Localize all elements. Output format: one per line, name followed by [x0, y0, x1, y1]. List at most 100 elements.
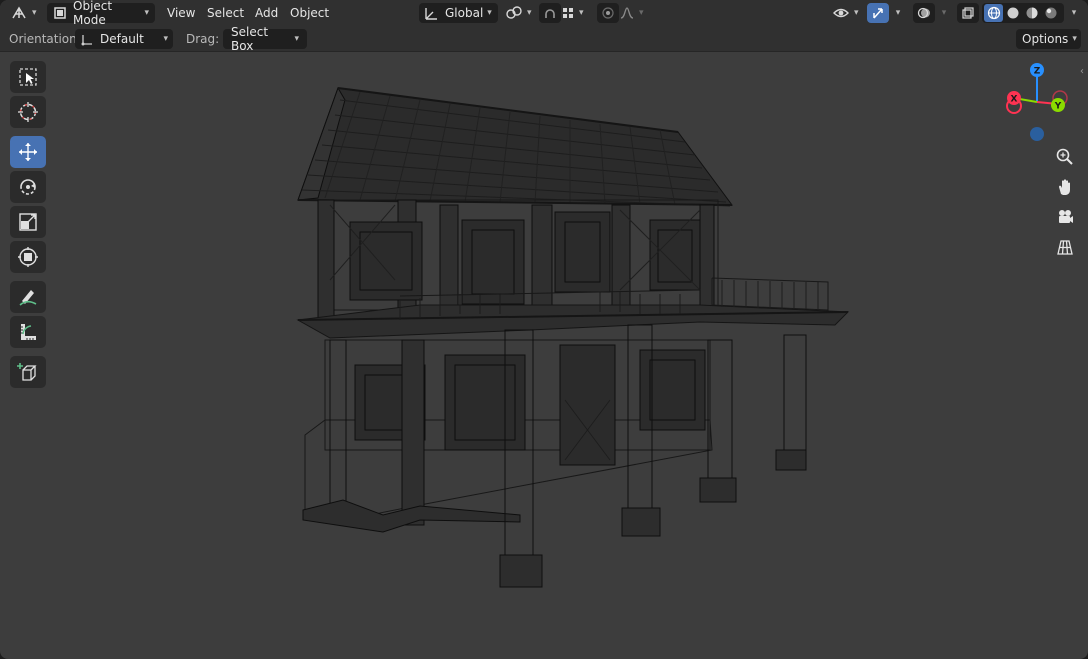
- annotate-pencil-icon: [17, 286, 39, 308]
- cursor-icon: [17, 101, 39, 123]
- tool-cursor[interactable]: [10, 96, 46, 128]
- tool-select-box[interactable]: [10, 61, 46, 93]
- orientation-dropdown[interactable]: Default ▾: [75, 29, 173, 49]
- mode-label: Object Mode: [73, 0, 113, 27]
- chevron-down-icon: ▾: [487, 8, 492, 18]
- tool-move[interactable]: [10, 136, 46, 168]
- transform-icon: [17, 246, 39, 268]
- snap-toggle[interactable]: [539, 3, 561, 23]
- chevron-down-icon: ▾: [579, 8, 584, 18]
- tool-annotate[interactable]: [10, 281, 46, 313]
- pivot-point-icon: [505, 5, 523, 21]
- orientation-label: Global: [445, 6, 484, 20]
- falloff-button[interactable]: ▾: [619, 3, 649, 23]
- select-box-icon: [17, 66, 39, 88]
- shading-mode-group: [982, 3, 1064, 23]
- menu-view[interactable]: View: [161, 3, 201, 23]
- chevron-down-icon: ▾: [527, 8, 532, 18]
- chevron-down-icon: ▾: [639, 8, 644, 18]
- chevron-down-icon: ▾: [163, 34, 168, 44]
- rotate-icon: [17, 176, 39, 198]
- pan-button[interactable]: [1052, 174, 1078, 200]
- drag-dropdown[interactable]: Select Box ▾: [223, 25, 307, 53]
- viewport-editor-icon: [10, 5, 28, 21]
- overlay-icon: [917, 6, 931, 20]
- camera-view-icon: [1055, 207, 1075, 227]
- chevron-down-icon: ▾: [1071, 8, 1077, 18]
- pan-hand-icon: [1055, 177, 1075, 197]
- options-dropdown[interactable]: Options ▾: [1016, 29, 1081, 49]
- chevron-down-icon: ▾: [144, 8, 149, 18]
- shading-rendered-button[interactable]: [1041, 4, 1060, 22]
- solid-shading-icon: [1007, 7, 1018, 19]
- tool-transform[interactable]: [10, 241, 46, 273]
- object-mode-icon: [53, 6, 67, 20]
- material-preview-icon: [1026, 7, 1037, 19]
- orientation-axes-icon: [80, 32, 94, 46]
- chevron-down-icon: ▾: [294, 34, 299, 44]
- gizmo-toggle-icon: [871, 6, 885, 20]
- transform-orientation-icon: [423, 5, 439, 21]
- navigation-gizmo[interactable]: Y X Z: [998, 58, 1078, 146]
- tool-rotate[interactable]: [10, 171, 46, 203]
- wireframe-icon: [987, 6, 1000, 20]
- gizmo-neg-z[interactable]: [1030, 127, 1044, 141]
- falloff-curve-icon: [619, 6, 635, 20]
- chevron-down-icon: ▾: [854, 8, 859, 18]
- drag-field-label: Drag:: [186, 32, 220, 46]
- viewport-canvas[interactable]: [0, 52, 1088, 659]
- gizmo-options-dropdown[interactable]: ▾: [889, 3, 907, 23]
- orthographic-toggle-button[interactable]: [1052, 234, 1078, 260]
- mode-selector[interactable]: Object Mode ▾: [47, 0, 155, 27]
- snap-magnet-icon: [543, 6, 557, 20]
- shading-options-dropdown[interactable]: ▾: [1066, 3, 1082, 23]
- camera-view-button[interactable]: [1052, 204, 1078, 230]
- transform-orientation-selector[interactable]: Global ▾: [419, 3, 498, 23]
- scale-icon: [17, 211, 39, 233]
- viewport-header: ▾ Object Mode ▾ View Select Add Object G…: [0, 0, 1088, 27]
- chevron-down-icon: ▾: [895, 8, 901, 18]
- pivot-point-button[interactable]: ▾: [505, 3, 535, 23]
- chevron-down-icon: ▾: [1072, 34, 1077, 44]
- shading-wireframe-button[interactable]: [984, 4, 1003, 22]
- proportional-editing-toggle[interactable]: [597, 3, 619, 23]
- tool-measure[interactable]: [10, 316, 46, 348]
- overlay-toggle[interactable]: [913, 3, 935, 23]
- tool-add-cube[interactable]: [10, 356, 46, 388]
- options-label: Options: [1022, 32, 1069, 46]
- gizmo-y-label: Y: [1054, 102, 1062, 112]
- add-cube-icon: [17, 361, 39, 383]
- drag-value: Select Box: [231, 25, 269, 53]
- eye-visibility-icon: [832, 6, 850, 20]
- orthographic-grid-icon: [1055, 237, 1075, 257]
- chevron-down-icon: ▾: [32, 8, 37, 18]
- sidebar-toggle-icon[interactable]: ‹: [1080, 66, 1084, 77]
- chevron-down-icon: ▾: [941, 8, 947, 18]
- measure-ruler-icon: [17, 321, 39, 343]
- shading-solid-button[interactable]: [1003, 4, 1022, 22]
- rendered-shading-icon: [1045, 7, 1056, 19]
- xray-toggle-icon: [961, 6, 975, 20]
- blender-window: ▾ Object Mode ▾ View Select Add Object G…: [0, 0, 1088, 659]
- tool-scale[interactable]: [10, 206, 46, 238]
- gizmo-z-label: Z: [1034, 67, 1041, 77]
- orientation-field-label: Orientation:: [9, 32, 81, 46]
- visibility-button[interactable]: ▾: [832, 3, 864, 23]
- tool-settings-bar: Orientation: Default ▾ Drag: Select Box …: [0, 25, 1088, 53]
- shading-material-button[interactable]: [1022, 4, 1041, 22]
- ground-floor: [302, 339, 713, 533]
- move-arrows-icon: [17, 141, 39, 163]
- zoom-button[interactable]: [1052, 144, 1078, 170]
- menu-add[interactable]: Add: [249, 3, 284, 23]
- snap-target-button[interactable]: ▾: [561, 3, 591, 23]
- xray-toggle[interactable]: [957, 3, 979, 23]
- zoom-icon: [1055, 147, 1075, 167]
- menu-select[interactable]: Select: [201, 3, 250, 23]
- editor-type-button[interactable]: ▾: [10, 3, 40, 23]
- overlay-options-dropdown[interactable]: ▾: [935, 3, 953, 23]
- orientation-value: Default: [100, 32, 144, 46]
- menu-object[interactable]: Object: [284, 3, 335, 23]
- snap-target-icon: [561, 6, 575, 20]
- gizmo-toggle[interactable]: [867, 3, 889, 23]
- house-roof: [297, 86, 734, 207]
